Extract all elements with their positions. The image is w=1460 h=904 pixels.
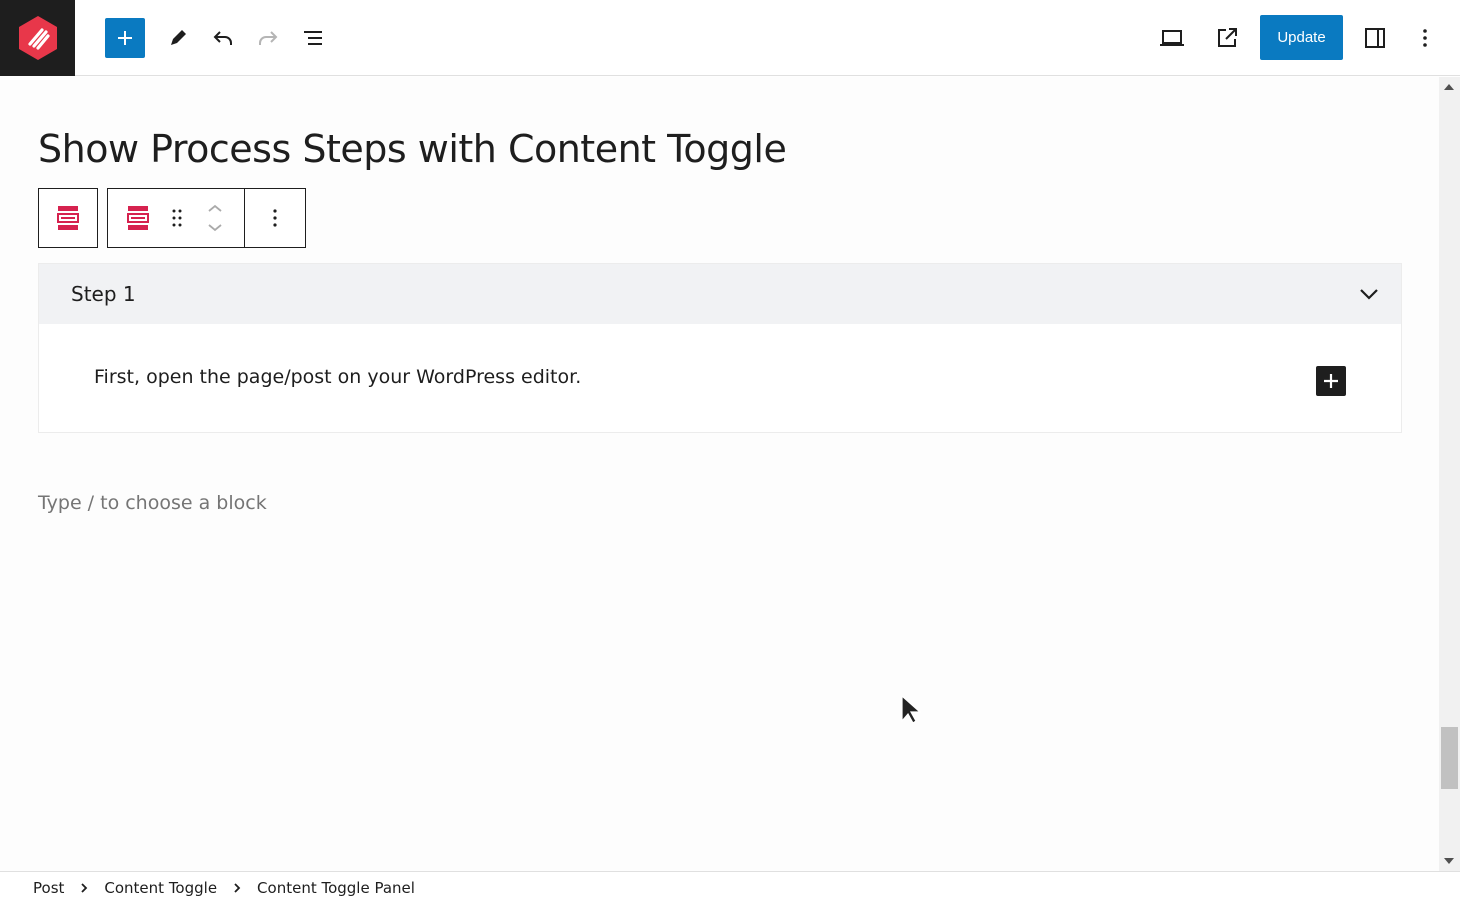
view-post-button[interactable] xyxy=(1207,18,1247,58)
settings-sidebar-toggle[interactable] xyxy=(1355,18,1395,58)
list-view-icon xyxy=(304,31,322,45)
default-block-appender[interactable]: Type / to choose a block xyxy=(38,492,267,514)
breadcrumb-item-post[interactable]: Post xyxy=(33,879,64,897)
block-inserter-button[interactable] xyxy=(105,18,145,58)
kebab-menu-icon xyxy=(273,209,277,227)
breadcrumb-item-content-toggle-panel[interactable]: Content Toggle Panel xyxy=(257,879,415,897)
external-link-icon xyxy=(1218,28,1237,47)
plus-icon xyxy=(118,31,132,45)
parent-block-selector[interactable] xyxy=(38,188,98,248)
panel-title[interactable]: Step 1 xyxy=(71,282,136,306)
tools-button[interactable] xyxy=(158,18,198,58)
plus-icon xyxy=(1324,374,1338,388)
content-toggle-block-icon xyxy=(57,206,79,230)
options-menu-button[interactable] xyxy=(1405,18,1445,58)
kebab-menu-icon xyxy=(1423,29,1427,47)
content-toggle-panel-icon xyxy=(127,206,149,230)
list-view-button[interactable] xyxy=(293,18,333,58)
preview-button[interactable] xyxy=(1152,18,1192,58)
pencil-icon xyxy=(171,30,186,45)
site-logo[interactable] xyxy=(0,0,75,76)
editor-canvas: Show Process Steps with Content Toggle S… xyxy=(0,77,1439,871)
block-type-button[interactable] xyxy=(108,189,168,247)
scroll-down-arrow-icon[interactable] xyxy=(1444,858,1454,864)
logo-icon xyxy=(18,16,57,60)
block-breadcrumb: Post Content Toggle Content Toggle Panel xyxy=(0,871,1460,904)
inner-block-inserter[interactable] xyxy=(1316,366,1346,396)
editor-scrollbar[interactable] xyxy=(1439,77,1460,871)
chevron-right-icon xyxy=(233,882,241,894)
post-title[interactable]: Show Process Steps with Content Toggle xyxy=(38,127,787,171)
block-options-button[interactable] xyxy=(244,189,305,247)
undo-icon xyxy=(213,31,232,45)
panel-paragraph[interactable]: First, open the page/post on your WordPr… xyxy=(94,366,581,388)
scrollbar-thumb[interactable] xyxy=(1441,727,1458,789)
panel-body: First, open the page/post on your WordPr… xyxy=(39,324,1401,432)
chevron-down-icon[interactable] xyxy=(207,223,223,232)
desktop-preview-icon xyxy=(1160,30,1184,46)
editor-header: Update xyxy=(0,0,1460,76)
redo-icon xyxy=(259,31,278,45)
breadcrumb-item-content-toggle[interactable]: Content Toggle xyxy=(104,879,217,897)
chevron-down-icon[interactable] xyxy=(1359,288,1379,300)
chevron-right-icon xyxy=(80,882,88,894)
sidebar-toggle-icon xyxy=(1365,28,1385,48)
block-movers xyxy=(186,189,244,247)
scroll-up-arrow-icon[interactable] xyxy=(1444,84,1454,90)
content-toggle-panel: Step 1 First, open the page/post on your… xyxy=(38,263,1402,433)
drag-handle-icon xyxy=(172,209,182,227)
chevron-up-icon[interactable] xyxy=(207,204,223,213)
update-button[interactable]: Update xyxy=(1260,15,1343,60)
undo-button[interactable] xyxy=(203,18,243,58)
block-toolbar xyxy=(107,188,306,248)
redo-button[interactable] xyxy=(248,18,288,58)
mouse-cursor-icon xyxy=(901,695,922,724)
drag-handle[interactable] xyxy=(168,189,186,247)
panel-header[interactable]: Step 1 xyxy=(39,264,1401,324)
